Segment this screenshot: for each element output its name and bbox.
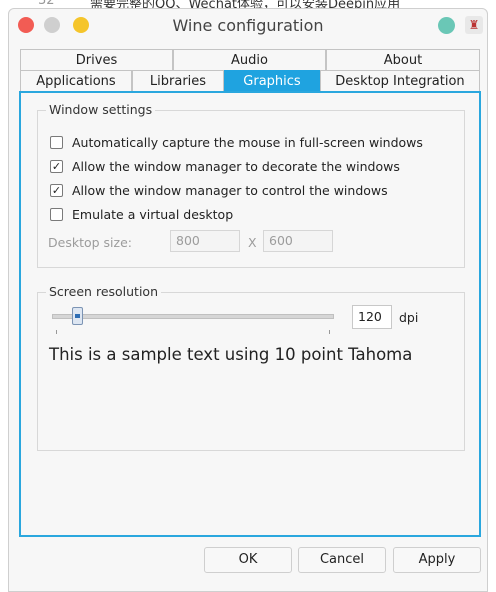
window-settings-group: Window settings Automatically capture th… [37, 102, 465, 268]
tab-about[interactable]: About [326, 49, 480, 71]
virtual-desktop-checkbox[interactable] [50, 207, 63, 221]
desktop-height-field[interactable]: 600 [263, 230, 333, 252]
status-circle-icon[interactable] [438, 17, 455, 34]
tab-desktop-integration[interactable]: Desktop Integration [320, 70, 480, 92]
wine-config-window: Wine configuration ♜ Drives Audio About … [8, 8, 488, 592]
line-number: 32 [38, 0, 55, 8]
size-x-label: X [248, 235, 257, 250]
control-windows-checkbox[interactable]: ✓ [50, 183, 63, 197]
tab-drives[interactable]: Drives [20, 49, 173, 71]
window-settings-title: Window settings [46, 102, 156, 117]
dpi-unit-label: dpi [399, 310, 419, 325]
ok-button[interactable]: OK [204, 547, 292, 573]
capture-mouse-label: Automatically capture the mouse in full-… [72, 134, 423, 150]
option-virtual-desktop[interactable]: Emulate a virtual desktop [50, 205, 233, 223]
control-windows-label: Allow the window manager to control the … [72, 182, 388, 198]
cancel-button[interactable]: Cancel [298, 547, 386, 573]
dpi-slider-track[interactable] [52, 314, 334, 319]
decorate-windows-checkbox[interactable]: ✓ [50, 159, 63, 173]
window-title: Wine configuration [172, 16, 324, 35]
virtual-desktop-label: Emulate a virtual desktop [72, 206, 234, 222]
desktop-width-field[interactable]: 800 [170, 230, 240, 252]
option-control-windows[interactable]: ✓ Allow the window manager to control th… [50, 181, 388, 199]
tab-audio[interactable]: Audio [173, 49, 326, 71]
titlebar: Wine configuration ♜ [9, 9, 487, 41]
capture-mouse-checkbox[interactable] [50, 135, 63, 149]
tab-applications[interactable]: Applications [20, 70, 132, 92]
tab-graphics[interactable]: Graphics [224, 70, 320, 92]
slider-tick [329, 330, 330, 334]
option-capture-mouse[interactable]: Automatically capture the mouse in full-… [50, 133, 423, 151]
background-edge [490, 420, 496, 480]
dpi-slider-handle[interactable] [71, 307, 83, 325]
desktop-size-label: Desktop size: [48, 235, 132, 250]
sample-text: This is a sample text using 10 point Tah… [49, 345, 413, 364]
option-decorate-windows[interactable]: ✓ Allow the window manager to decorate t… [50, 157, 400, 175]
screen-resolution-title: Screen resolution [46, 284, 162, 299]
screen-resolution-group: Screen resolution 120 dpi This is a samp… [37, 284, 465, 451]
apply-button[interactable]: Apply [393, 547, 481, 573]
graphics-panel: Window settings Automatically capture th… [19, 91, 481, 537]
tab-libraries[interactable]: Libraries [132, 70, 224, 92]
wine-app-icon: ♜ [465, 16, 483, 34]
slider-tick [56, 330, 57, 334]
decorate-windows-label: Allow the window manager to decorate the… [72, 158, 400, 174]
dpi-input[interactable]: 120 [352, 305, 392, 329]
